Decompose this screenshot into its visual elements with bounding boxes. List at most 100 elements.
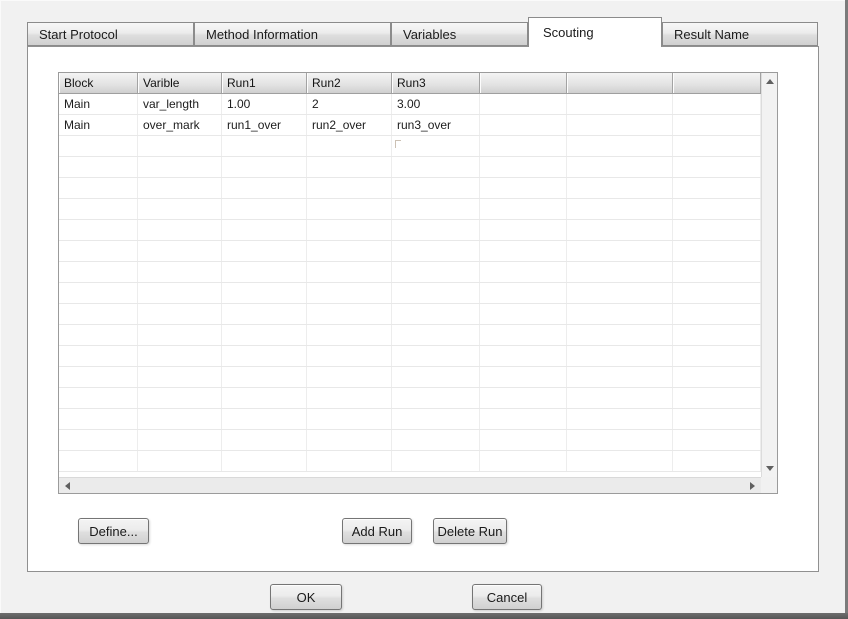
add-run-button[interactable]: Add Run xyxy=(342,518,412,544)
table-cell xyxy=(567,115,673,135)
table-cell xyxy=(59,430,138,450)
column-header-empty[interactable] xyxy=(480,73,567,93)
table-cell[interactable]: run2_over xyxy=(307,115,392,135)
table-cell xyxy=(59,409,138,429)
column-header-varible[interactable]: Varible xyxy=(138,73,222,93)
ok-button[interactable]: OK xyxy=(270,584,342,610)
define-button[interactable]: Define... xyxy=(78,518,149,544)
scrollbar-corner xyxy=(761,477,777,493)
mouse-cursor-artifact xyxy=(395,140,401,148)
table-cell[interactable]: over_mark xyxy=(138,115,222,135)
table-cell xyxy=(138,241,222,261)
table-cell xyxy=(222,388,307,408)
table-cell xyxy=(222,178,307,198)
table-cell[interactable]: 2 xyxy=(307,94,392,114)
scroll-down-icon xyxy=(766,466,774,471)
table-cell xyxy=(307,178,392,198)
cancel-button[interactable]: Cancel xyxy=(472,584,542,610)
table-cell xyxy=(480,388,567,408)
scroll-left-button[interactable] xyxy=(60,478,75,493)
tab-start-protocol[interactable]: Start Protocol xyxy=(27,22,194,46)
table-row xyxy=(59,451,761,472)
table-cell xyxy=(480,283,567,303)
table-cell xyxy=(307,409,392,429)
table-cell xyxy=(480,430,567,450)
table-cell xyxy=(480,325,567,345)
table-cell xyxy=(307,136,392,156)
table-cell xyxy=(392,451,480,471)
tab-variables[interactable]: Variables xyxy=(391,22,528,46)
table-row: Mainover_markrun1_overrun2_overrun3_over xyxy=(59,115,761,136)
table-cell xyxy=(222,199,307,219)
table-cell xyxy=(307,325,392,345)
tab-method-information[interactable]: Method Information xyxy=(194,22,391,46)
scroll-down-button[interactable] xyxy=(762,461,777,476)
scroll-left-icon xyxy=(65,482,70,490)
column-header-block[interactable]: Block xyxy=(59,73,138,93)
column-header-run3[interactable]: Run3 xyxy=(392,73,480,93)
vertical-scrollbar[interactable] xyxy=(761,73,777,477)
table-cell xyxy=(138,451,222,471)
table-cell xyxy=(567,178,673,198)
table-cell xyxy=(673,241,761,261)
window-border-bottom xyxy=(0,613,848,619)
scroll-up-button[interactable] xyxy=(762,74,777,89)
table-cell xyxy=(567,325,673,345)
table-cell xyxy=(222,262,307,282)
table-row xyxy=(59,136,761,157)
table-cell xyxy=(59,241,138,261)
table-cell xyxy=(59,325,138,345)
table-cell xyxy=(480,241,567,261)
tab-scouting[interactable]: Scouting xyxy=(528,17,662,47)
table-cell xyxy=(59,262,138,282)
table-cell[interactable]: 3.00 xyxy=(392,94,480,114)
table-cell xyxy=(480,346,567,366)
table-cell xyxy=(59,199,138,219)
scroll-right-button[interactable] xyxy=(745,478,760,493)
table-cell[interactable]: run1_over xyxy=(222,115,307,135)
table-cell xyxy=(222,157,307,177)
table-cell xyxy=(138,367,222,387)
table-cell xyxy=(222,241,307,261)
table-cell xyxy=(59,157,138,177)
table-cell xyxy=(673,262,761,282)
horizontal-scrollbar[interactable] xyxy=(59,477,761,493)
table-cell xyxy=(567,262,673,282)
scouting-runs-table: BlockVaribleRun1Run2Run3 Mainvar_length1… xyxy=(58,72,778,494)
table-cell xyxy=(567,220,673,240)
table-row xyxy=(59,304,761,325)
column-header-run2[interactable]: Run2 xyxy=(307,73,392,93)
table-cell xyxy=(222,346,307,366)
table-cell xyxy=(392,199,480,219)
table-cell xyxy=(138,157,222,177)
table-cell xyxy=(673,409,761,429)
table-cell xyxy=(567,451,673,471)
table-cell xyxy=(138,262,222,282)
table-cell[interactable]: 1.00 xyxy=(222,94,307,114)
table-cell xyxy=(567,388,673,408)
table-cell[interactable]: Main xyxy=(59,115,138,135)
table-body: Mainvar_length1.0023.00Mainover_markrun1… xyxy=(59,94,761,477)
table-cell[interactable]: run3_over xyxy=(392,115,480,135)
table-cell xyxy=(673,346,761,366)
table-cell xyxy=(567,409,673,429)
table-cell xyxy=(567,136,673,156)
table-cell xyxy=(480,115,567,135)
column-header-empty[interactable] xyxy=(567,73,673,93)
table-row xyxy=(59,409,761,430)
table-cell xyxy=(59,346,138,366)
delete-run-button[interactable]: Delete Run xyxy=(433,518,507,544)
table-cell xyxy=(673,199,761,219)
table-cell xyxy=(673,451,761,471)
tab-result-name[interactable]: Result Name xyxy=(662,22,818,46)
table-cell[interactable]: var_length xyxy=(138,94,222,114)
table-cell xyxy=(480,451,567,471)
table-cell xyxy=(480,367,567,387)
column-header-empty[interactable] xyxy=(673,73,761,93)
table-cell xyxy=(138,346,222,366)
table-cell[interactable]: Main xyxy=(59,94,138,114)
table-row xyxy=(59,157,761,178)
table-cell xyxy=(59,283,138,303)
column-header-run1[interactable]: Run1 xyxy=(222,73,307,93)
table-cell xyxy=(392,241,480,261)
